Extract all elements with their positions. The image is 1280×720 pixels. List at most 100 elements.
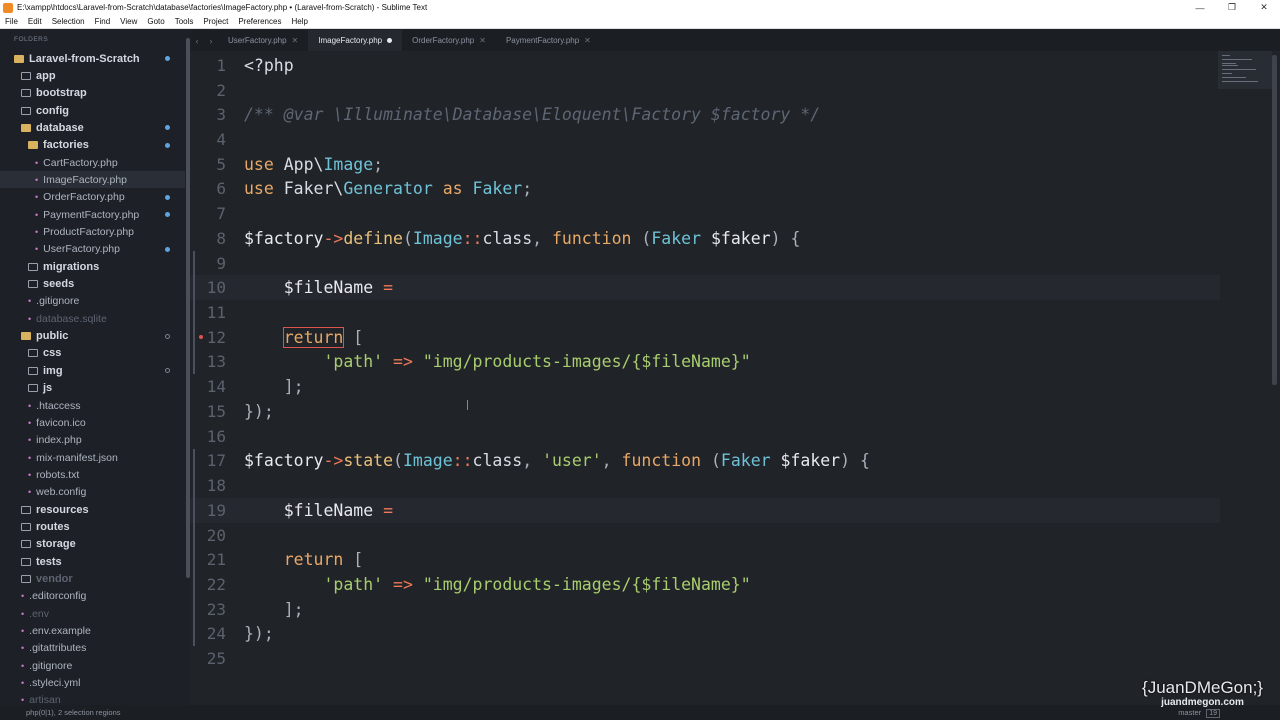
sidebar-item-routes[interactable]: routes (21, 518, 70, 535)
menu-tools[interactable]: Tools (170, 17, 199, 26)
status-text: php(0|1), 2 selection regions (26, 708, 121, 717)
code-line[interactable]: 23 ]; (190, 596, 1220, 622)
code-line[interactable]: 10 $fileName = (190, 275, 1220, 301)
sidebar-item-js[interactable]: js (28, 380, 52, 397)
menu-find[interactable]: Find (90, 17, 116, 26)
sidebar-item-vendor[interactable]: vendor (21, 571, 73, 588)
menu-help[interactable]: Help (286, 17, 312, 26)
code-line[interactable]: 5 use App\Image; (190, 152, 1220, 177)
sidebar-item-public[interactable]: public (21, 328, 68, 345)
sidebar-item-mix-manifest-json[interactable]: • mix-manifest.json (28, 449, 118, 466)
code-line[interactable]: 15}); (190, 399, 1220, 424)
sidebar-item-index-php[interactable]: • index.php (28, 432, 82, 449)
code-line[interactable]: 12 return [ (190, 324, 1220, 350)
sidebar-item-label: .gitignore (29, 659, 73, 672)
sidebar-item-robots-txt[interactable]: • robots.txt (28, 466, 79, 483)
unsaved-dot-icon[interactable] (387, 38, 393, 43)
sidebar-item-cartfactory-php[interactable]: • CartFactory.php (35, 154, 118, 171)
sidebar-item-imagefactory-php[interactable]: • ImageFactory.php (35, 171, 127, 188)
sidebar-item-config[interactable]: config (21, 102, 69, 119)
code-token: ( (393, 451, 403, 471)
code-token: Faker (651, 228, 702, 248)
code-line[interactable]: 3 /** @var \Illuminate\Database\Eloquent\… (190, 102, 1220, 127)
code-line[interactable]: 25 (190, 646, 1220, 671)
code-line[interactable]: 11 (190, 300, 1220, 325)
sidebar-item-orderfactory-php[interactable]: • OrderFactory.php (35, 189, 125, 206)
code-token: Faker (720, 451, 771, 471)
sidebar-item-web-config[interactable]: • web.config (28, 484, 86, 501)
close-button[interactable]: ✕ (1248, 2, 1280, 13)
sidebar-item-userfactory-php[interactable]: • UserFactory.php (35, 241, 120, 258)
code-line[interactable]: 9 (190, 250, 1220, 276)
close-icon[interactable]: ✕ (292, 36, 299, 45)
sidebar-item-resources[interactable]: resources (21, 501, 89, 518)
tab-prev-icon[interactable]: ‹ (190, 36, 204, 46)
code-line[interactable]: 17 $factory->state(Image::class, 'user', … (190, 448, 1220, 474)
sidebar-item-env-example[interactable]: • .env.example (21, 623, 91, 640)
sidebar-item-seeds[interactable]: seeds (28, 276, 74, 293)
editor-scrollbar[interactable] (1272, 55, 1277, 385)
sidebar-item-gitattributes[interactable]: • .gitattributes (21, 640, 86, 657)
sidebar-item-htaccess[interactable]: • .htaccess (28, 397, 81, 414)
sidebar-item-editorconfig[interactable]: • .editorconfig (21, 588, 86, 605)
minimize-button[interactable]: — (1184, 3, 1216, 13)
code-line[interactable]: 18 (190, 473, 1220, 498)
folder-open-icon (28, 141, 38, 150)
sidebar-item-productfactory-php[interactable]: • ProductFactory.php (35, 224, 134, 241)
sidebar-item-img[interactable]: img (28, 362, 63, 379)
code-line[interactable]: 21 return [ (190, 547, 1220, 573)
maximize-button[interactable]: ❐ (1216, 2, 1248, 13)
sidebar-item-css[interactable]: css (28, 345, 61, 362)
code-line[interactable]: 24}); (190, 621, 1220, 647)
code-line[interactable]: 8 $factory->define(Image::class, function… (190, 226, 1220, 251)
tab-orderfactory[interactable]: OrderFactory.php ✕ (402, 30, 496, 51)
menu-project[interactable]: Project (198, 17, 233, 26)
sidebar-item-database[interactable]: database (21, 119, 84, 136)
sidebar-item-factories[interactable]: factories (28, 137, 89, 154)
code-line[interactable]: 7 (190, 201, 1220, 226)
menu-edit[interactable]: Edit (23, 17, 47, 26)
code-line[interactable]: 16 (190, 424, 1220, 449)
code-line[interactable]: 4 (190, 127, 1220, 152)
sidebar-item-favicon-ico[interactable]: • favicon.ico (28, 414, 86, 431)
code-editor[interactable]: 1 <?php 2 3/** @var \Illuminate\Database\El… (190, 51, 1280, 705)
close-icon[interactable]: ✕ (479, 36, 486, 45)
menu-goto[interactable]: Goto (142, 17, 169, 26)
sidebar-item-app[interactable]: app (21, 67, 56, 84)
sidebar-item-laravel-from-scratch[interactable]: Laravel-from-Scratch (14, 50, 140, 67)
menu-preferences[interactable]: Preferences (233, 17, 286, 26)
sidebar-item-migrations[interactable]: migrations (28, 258, 99, 275)
tab-userfactory[interactable]: UserFactory.php ✕ (218, 30, 308, 51)
sidebar-item-gitignore[interactable]: • .gitignore (28, 293, 79, 310)
close-icon[interactable]: ✕ (584, 36, 591, 45)
code-line[interactable]: 1 <?php (190, 53, 1220, 78)
code-line[interactable]: 19 $fileName = (190, 497, 1220, 523)
line-number: 21 (206, 550, 226, 570)
code-token: , (522, 451, 543, 471)
code-token: $factory (244, 228, 324, 248)
code-line[interactable]: 14 ]; (190, 374, 1220, 399)
watermark-name: {JuanDMeGon;} (1142, 678, 1263, 697)
code-line[interactable]: 6 use Faker\Generator as Faker; (190, 177, 1220, 202)
sidebar-item-bootstrap[interactable]: bootstrap (21, 85, 87, 102)
code-line[interactable]: 20 (190, 522, 1220, 548)
tab-paymentfactory[interactable]: PaymentFactory.php ✕ (496, 30, 601, 51)
sidebar-item-paymentfactory-php[interactable]: • PaymentFactory.php (35, 206, 139, 223)
menu-view[interactable]: View (115, 17, 142, 26)
code-token: = (373, 500, 394, 520)
sidebar-item-env[interactable]: • .env (21, 605, 49, 622)
sidebar-item-database-sqlite[interactable]: • database.sqlite (28, 310, 107, 327)
menu-file[interactable]: File (0, 17, 23, 26)
sidebar-item-styleci-yml[interactable]: • .styleci.yml (21, 675, 81, 692)
code-line[interactable]: 2 (190, 78, 1220, 103)
tab-imagefactory[interactable]: ImageFactory.php (308, 30, 403, 51)
menu-selection[interactable]: Selection (47, 17, 90, 26)
sidebar-item-tests[interactable]: tests (21, 553, 62, 570)
code-line[interactable]: 22 'path' => "img/products-images/{$file… (190, 572, 1220, 597)
code-line[interactable]: 13 'path' => "img/products-images/{$file… (190, 349, 1220, 375)
sidebar-item-storage[interactable]: storage (21, 536, 76, 553)
sidebar-item-artisan[interactable]: • artisan (21, 692, 61, 705)
tab-next-icon[interactable]: › (204, 36, 218, 46)
minimap[interactable] (1218, 51, 1272, 89)
sidebar-item-gitignore[interactable]: • .gitignore (21, 657, 72, 674)
